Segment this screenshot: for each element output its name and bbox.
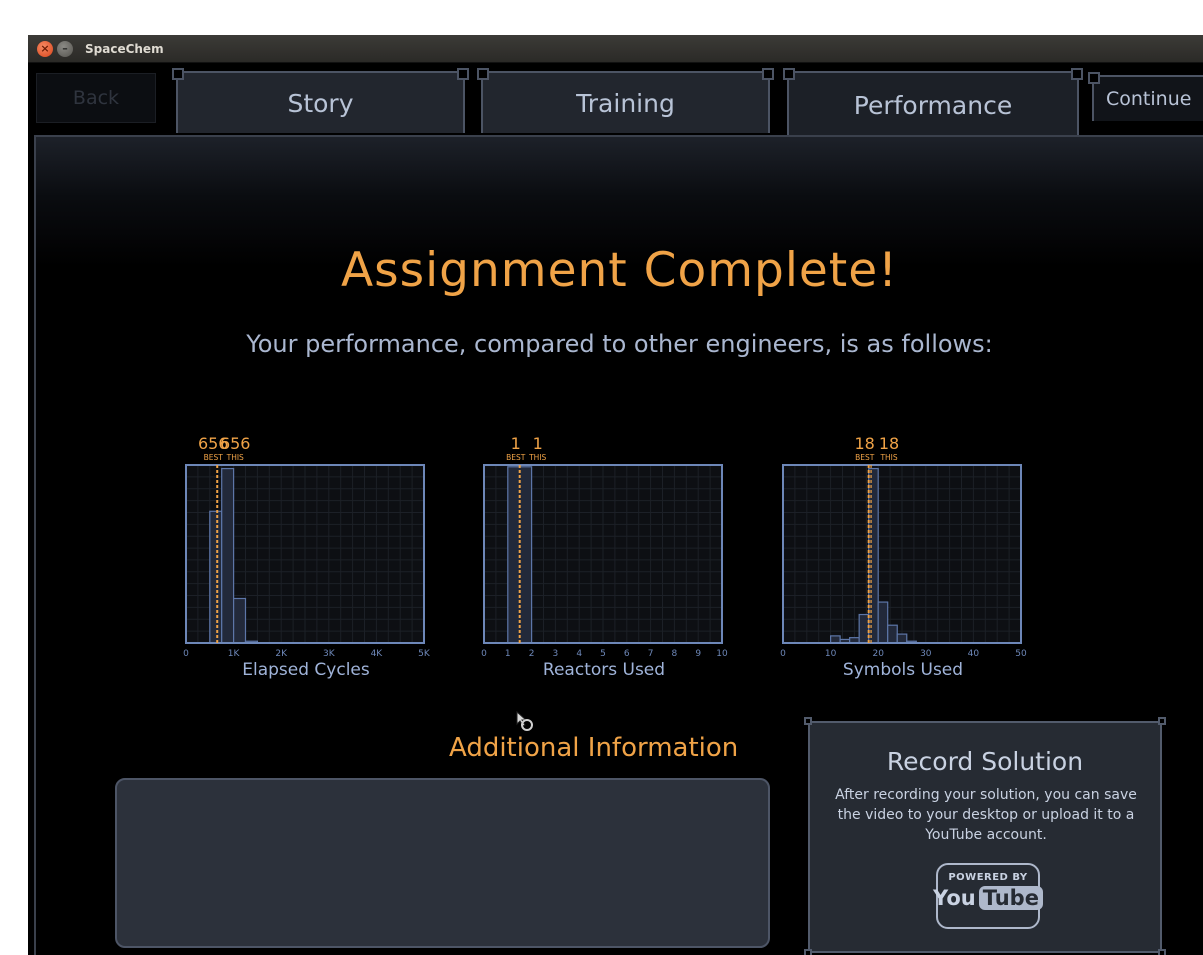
- best-value-label: 1: [511, 434, 521, 453]
- panel-corner: [1158, 949, 1166, 955]
- close-icon[interactable]: ×: [37, 40, 53, 57]
- histogram-bar: [896, 633, 908, 644]
- tick-label: 4: [576, 649, 582, 659]
- tick-label: 50: [1015, 649, 1027, 659]
- histogram-bar: [209, 510, 223, 644]
- tab-training[interactable]: Training: [477, 68, 774, 133]
- this-value-label: 18: [879, 434, 899, 453]
- tick-label: 8: [672, 649, 678, 659]
- minimize-icon[interactable]: –: [57, 40, 73, 57]
- panel-corner: [1158, 717, 1166, 725]
- histogram-bar: [221, 467, 235, 644]
- tick-label: 0: [481, 649, 487, 659]
- title-bar: × – SpaceChem: [28, 35, 1203, 63]
- panel-corner: [804, 949, 812, 955]
- tick-label: 3: [553, 649, 559, 659]
- this-value-label: 1: [533, 434, 543, 453]
- record-solution-title: Record Solution: [886, 747, 1084, 776]
- tick-label: 9: [695, 649, 701, 659]
- tick-label: 0: [780, 649, 786, 659]
- best-caption: BEST: [855, 453, 875, 462]
- best-caption: BEST: [204, 453, 224, 462]
- tick-label: 0: [183, 649, 189, 659]
- tick-label: 4K: [371, 649, 384, 659]
- histogram-bar: [877, 601, 889, 644]
- best-value-label: 18: [855, 434, 875, 453]
- histogram-bar: [887, 624, 898, 644]
- youtube-wordmark: You Tube: [933, 886, 1043, 910]
- tick-label: 2: [529, 649, 535, 659]
- elapsed-cycles-chart: 0 1K 2K 3K 4K 5K 656 656 BEST THIS Elapsed Cycles: [181, 429, 431, 680]
- game-area: Back Story Training Performance Continue…: [28, 63, 1203, 955]
- tab-story[interactable]: Story: [172, 68, 469, 133]
- powered-by-label: POWERED BY: [948, 872, 1028, 883]
- additional-information-title: Additional Information: [449, 733, 739, 763]
- reactors-used-chart: 0 1 2 3 4 5 6 7 8 9 10 1 1 BEST THIS Reactors Used: [479, 429, 729, 680]
- histogram-bar: [858, 613, 870, 644]
- page-title: Assignment Complete!: [340, 243, 898, 298]
- additional-information-box: [115, 778, 770, 948]
- back-button[interactable]: Back: [36, 73, 156, 123]
- window-title: SpaceChem: [85, 41, 164, 56]
- chart-caption: Reactors Used: [542, 660, 666, 680]
- tick-label: 30: [920, 649, 932, 659]
- tick-label: 1K: [228, 649, 241, 659]
- game-window: × – SpaceChem Back Story Training Perfor…: [28, 35, 1203, 955]
- youtube-logo[interactable]: POWERED BY You Tube: [933, 863, 1043, 929]
- tick-label: 7: [648, 649, 654, 659]
- chart-svg: 0 1 2 3 4 5 6 7 8 9 101 1BEST THIS: [481, 434, 728, 659]
- best-caption: BEST: [506, 453, 526, 462]
- this-caption: THIS: [879, 453, 897, 462]
- chart-caption: Symbols Used: [842, 660, 964, 680]
- this-caption: THIS: [226, 453, 244, 462]
- this-value-label: 656: [220, 434, 251, 453]
- tick-label: 10: [716, 649, 728, 659]
- youtube-you: You: [933, 886, 976, 910]
- histogram-bar: [232, 597, 247, 644]
- record-solution-panel[interactable]: Record Solution After recording your sol…: [804, 717, 1166, 955]
- tab-performance[interactable]: Performance: [783, 68, 1083, 137]
- symbols-used-chart: 0 10 20 30 40 50 18 18 BEST THIS Symbols Used: [778, 429, 1028, 680]
- this-caption: THIS: [528, 453, 546, 462]
- tick-label: 5: [600, 649, 606, 659]
- tick-label: 10: [825, 649, 837, 659]
- performance-panel: Assignment Complete! Your performance, c…: [34, 135, 1203, 955]
- tick-label: 1: [505, 649, 511, 659]
- page-subtitle: Your performance, compared to other engi…: [246, 330, 993, 358]
- tick-label: 5K: [418, 649, 431, 659]
- record-solution-description: After recording your solution, you can s…: [835, 787, 1137, 843]
- youtube-tube: Tube: [978, 886, 1043, 910]
- tick-label: 20: [872, 649, 884, 659]
- tick-label: 6: [624, 649, 630, 659]
- chart-svg: 0 1K 2K 3K 4K 5K656656BEST THIS: [183, 434, 431, 659]
- panel-corner: [804, 717, 812, 725]
- chart-svg: 0 10 20 30 40 5018 18BEST THIS: [780, 434, 1027, 659]
- tick-label: 40: [968, 649, 980, 659]
- continue-button[interactable]: Continue: [1088, 72, 1203, 121]
- cursor-icon: [516, 710, 533, 731]
- chart-caption: Elapsed Cycles: [242, 660, 370, 680]
- histogram-bar: [868, 467, 879, 644]
- tick-label: 2K: [275, 649, 288, 659]
- tick-label: 3K: [323, 649, 336, 659]
- histogram-bar: [829, 635, 841, 644]
